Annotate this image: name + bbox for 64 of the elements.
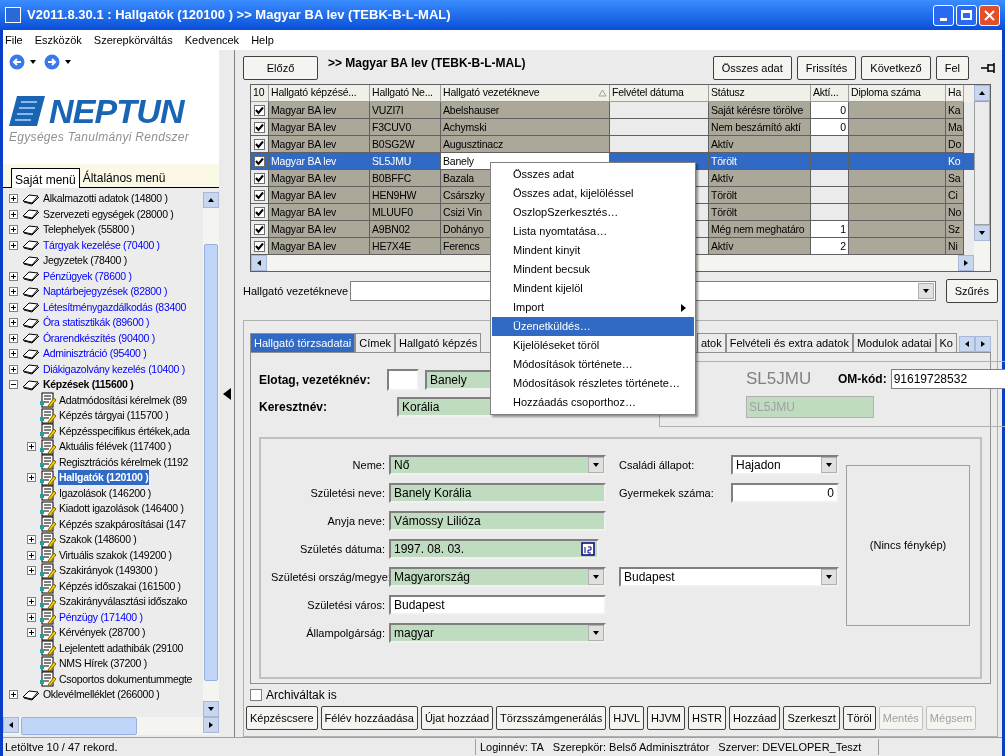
table-cell: Törölt xyxy=(709,204,811,221)
table-cell: Még nem meghatáro xyxy=(709,221,811,238)
field-label: Neme: xyxy=(351,457,386,473)
table-cell: Aktív xyxy=(709,136,811,153)
table-cell: Ni xyxy=(946,238,964,255)
logo-tagline: Egységes Tanulmányi Rendszer xyxy=(9,129,191,146)
table-cell: Magyar BA lev xyxy=(269,102,370,119)
table-cell: Sz xyxy=(946,221,964,238)
table-cell: HE7X4E xyxy=(370,238,441,255)
table-cell: No xyxy=(946,204,964,221)
checkbox-label: Archiváltak is xyxy=(266,687,337,704)
field-label: Születési neve: xyxy=(309,485,386,501)
field-label: Anyja neve: xyxy=(326,513,386,529)
table-cell: Ci xyxy=(946,187,964,204)
table-cell: B0BFFC xyxy=(370,170,441,187)
code-text: SL5JMU xyxy=(746,368,813,390)
photo-placeholder: (Nincs fénykép) xyxy=(869,538,947,554)
table-cell: MLUUF0 xyxy=(370,204,441,221)
table-cell: B0SG2W xyxy=(370,136,441,153)
table-cell: Törölt xyxy=(709,187,811,204)
field-label: Elotag, vezetéknév: xyxy=(259,372,372,389)
field-label: Gyermekek száma: xyxy=(619,485,715,501)
table-cell: Magyar BA lev xyxy=(269,238,370,255)
table-cell: Magyar BA lev xyxy=(269,187,370,204)
table-cell: Achymski xyxy=(441,119,610,136)
table-cell: Magyar BA lev xyxy=(269,136,370,153)
table-cell: 1 xyxy=(811,221,849,238)
table-cell: Sa xyxy=(946,170,964,187)
table-cell: Do xyxy=(946,136,964,153)
table-cell: Abelshauser xyxy=(441,102,610,119)
input-field: SL5JMU xyxy=(746,395,874,418)
table-cell: Augusztinacz xyxy=(441,136,610,153)
table-cell: 0 xyxy=(811,119,849,136)
table-cell: Magyar BA lev xyxy=(269,221,370,238)
status-text: Letöltve 10 / 47 rekord. xyxy=(4,739,119,755)
record-title: >> Magyar BA lev (TEBK-B-L-MAL) xyxy=(328,55,526,72)
filter-label: Hallgató vezetékneve xyxy=(243,283,349,299)
table-cell: F3CUV0 xyxy=(370,119,441,136)
table-cell: Ka xyxy=(946,102,964,119)
table-cell: Magyar BA lev xyxy=(269,170,370,187)
table-cell: HEN9HW xyxy=(370,187,441,204)
table-cell: Aktív xyxy=(709,170,811,187)
field-label: Születési ország/megye: xyxy=(271,569,389,585)
table-cell: Nem beszámító aktí xyxy=(709,119,811,136)
field-label: Születés dátuma: xyxy=(299,541,386,557)
field-label: Keresztnév: xyxy=(259,399,329,416)
table-cell: A9BN02 xyxy=(370,221,441,238)
logo-name: NEPTUN xyxy=(49,94,184,128)
field-label: OM-kód: xyxy=(838,370,887,388)
status-text: Loginnév: TA xyxy=(480,739,544,755)
status-text: Szerver: DEVELOPER_Teszt xyxy=(718,739,862,755)
field-label: Állampolgárság: xyxy=(305,625,386,641)
table-cell: VUZI7I xyxy=(370,102,441,119)
table-cell: Magyar BA lev xyxy=(269,119,370,136)
field-label: Családi állapot: xyxy=(619,457,696,473)
table-cell: Aktív xyxy=(709,238,811,255)
table-cell: 0 xyxy=(811,102,849,119)
table-cell: 2 xyxy=(811,238,849,255)
field-label: Születési város: xyxy=(306,597,386,613)
window-title: V2011.8.30.1 : Hallgatók (120100 ) >> Magyar BA lev (TEBK-B-L-MAL) xyxy=(27,6,452,25)
status-text: Szerepkör: Belső Adminisztrátor xyxy=(552,739,710,755)
table-cell: Saját kérésre törölve xyxy=(709,102,811,119)
table-cell: Ma xyxy=(946,119,964,136)
table-cell: Magyar BA lev xyxy=(269,204,370,221)
